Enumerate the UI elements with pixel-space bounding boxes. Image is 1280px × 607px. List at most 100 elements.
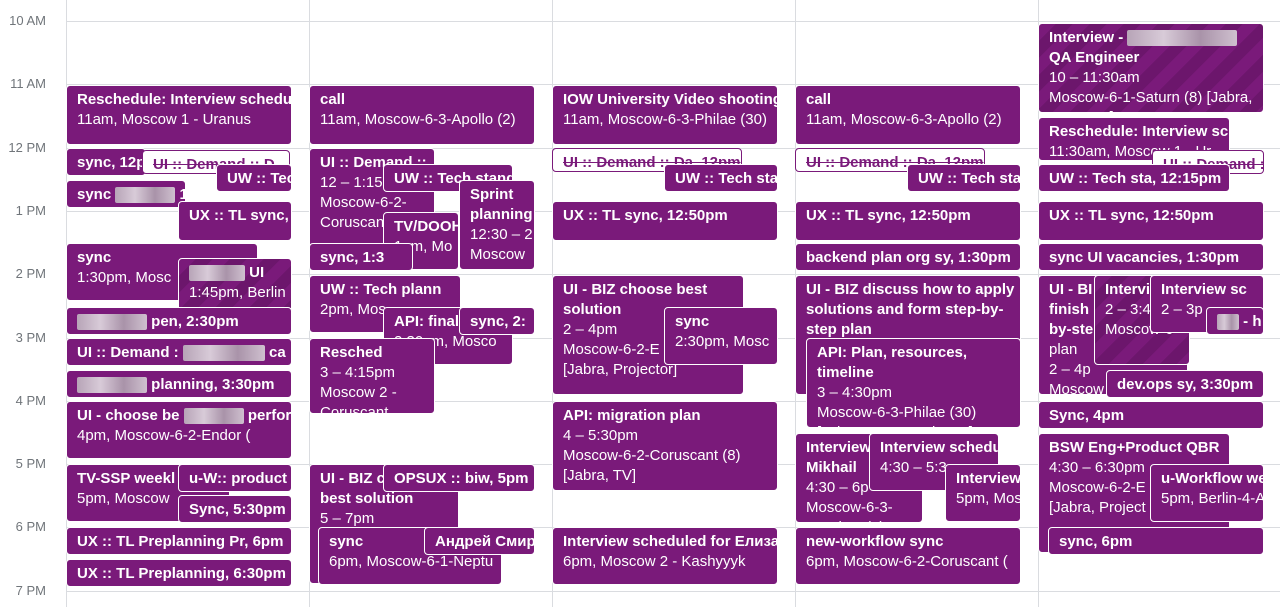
event-title-text: ca: [269, 344, 286, 361]
event-detail: 11am, Moscow-6-3-Apollo (2): [806, 111, 1002, 128]
event-title: Interview schedu: [880, 438, 998, 458]
event-title: BSW Eng+Product QBR: [1049, 438, 1221, 458]
calendar-event[interactable]: Sync, 5:30pm: [178, 495, 292, 523]
calendar-event[interactable]: OPSUX :: biw, 5pm: [383, 464, 535, 492]
calendar-event[interactable]: sync, 1:3: [309, 243, 413, 271]
calendar-event[interactable]: sync 12:30pm: [66, 180, 186, 208]
event-title-text: perform: [247, 407, 292, 424]
redacted-text: [182, 345, 265, 362]
redacted-text: [115, 187, 176, 204]
calendar-event[interactable]: u-Workflow we 5pm, Berlin-4-A: [1150, 464, 1264, 522]
event-title: sync 12:30pm: [77, 185, 185, 205]
calendar-event[interactable]: sync, 2:: [459, 307, 535, 335]
calendar-event[interactable]: pen, 2:30pm: [66, 307, 292, 335]
event-detail: Moscow 2 -: [320, 384, 397, 401]
event-title: timeline: [817, 364, 874, 381]
calendar-event[interactable]: Андрей Смир: [424, 527, 535, 555]
calendar-event[interactable]: API: migration plan 4 – 5:30pm Moscow-6-2-…: [552, 401, 778, 491]
calendar-event[interactable]: Sync, 4pm: [1038, 401, 1264, 429]
calendar-event[interactable]: UI :: Demand : ca: [66, 338, 292, 366]
event-title: u-W:: product c: [189, 469, 291, 489]
event-title-text: Reschedule: Interview sch: [1049, 123, 1230, 140]
calendar-event[interactable]: UX :: TL sync, 12:50pm: [552, 201, 778, 241]
event-title-text: planning, 3:30pm: [151, 376, 275, 393]
event-detail: 10 – 11:30am: [1049, 69, 1140, 86]
event-title-text: sync UI vacancies, 1:30pm: [1049, 249, 1240, 266]
calendar-event[interactable]: Interview - QA Engineer 10 – 11:30am Mosco…: [1038, 23, 1264, 113]
event-detail: Meet, TV]: [1049, 108, 1255, 112]
event-title-text: Sprint: [470, 186, 514, 203]
calendar-event[interactable]: Resched 3 – 4:15pm Moscow 2 - Coruscant: [309, 338, 435, 414]
calendar-event[interactable]: call 11am, Moscow-6-3-Apollo (2): [795, 85, 1021, 145]
event-title: Sync, 4pm: [1049, 406, 1255, 426]
event-title-text: IOW University Video shooting: [563, 91, 778, 108]
event-detail: 6-1: [470, 265, 526, 269]
event-title: Sync, 5:30pm: [189, 500, 286, 520]
event-title-text: u-W:: product c: [189, 470, 292, 487]
event-title-text: Intervi: [1105, 281, 1151, 298]
calendar-event[interactable]: - h: [1206, 307, 1264, 335]
event-title-text: API: final: [394, 313, 460, 330]
event-title-text: UW :: Tech plann: [320, 281, 442, 298]
event-title: sync UI vacancies, 1:30pm: [1049, 248, 1255, 268]
calendar-event[interactable]: call 11am, Moscow-6-3-Apollo (2): [309, 85, 535, 145]
event-title: Interview -: [1049, 28, 1255, 48]
event-title: Sprint: [470, 185, 526, 205]
event-detail: 5pm, Mos: [956, 490, 1021, 507]
event-detail: Moscow-6-3-: [806, 499, 893, 516]
calendar-event[interactable]: UX :: TL sync, 12:50pm: [1038, 201, 1264, 241]
event-title: UW :: Tech plann: [320, 280, 452, 300]
time-label: 3 PM: [15, 329, 46, 345]
event-title: Interview: [956, 469, 1020, 489]
calendar-event[interactable]: UW :: Tech sta: [664, 164, 778, 192]
event-title: sync, 6pm: [1059, 532, 1255, 552]
calendar-event[interactable]: Interview 5pm, Mos: [945, 464, 1021, 522]
calendar-event[interactable]: dev.ops sy, 3:30pm: [1106, 370, 1264, 398]
calendar-event[interactable]: UW :: Tec: [216, 164, 292, 192]
event-title-text: UI - BIZ c: [320, 470, 386, 487]
calendar-event[interactable]: Reschedule: Interview schedule 11am, Mosc…: [66, 85, 292, 145]
event-title: QA Engineer: [1049, 49, 1140, 66]
event-title-text: Reschedule: Interview schedule: [77, 91, 292, 108]
calendar-event[interactable]: u-W:: product c: [178, 464, 292, 492]
event-title-text: UI - BIZ choose best: [563, 281, 708, 298]
event-title-text: Андрей Смир: [435, 533, 535, 550]
event-title-text: BSW Eng+Product QBR: [1049, 439, 1220, 456]
calendar-event[interactable]: backend plan org sy, 1:30pm: [795, 243, 1021, 271]
calendar-event[interactable]: UX :: TL Preplanning Pr, 6pm: [66, 527, 292, 555]
calendar-event[interactable]: UW :: Tech sta: [907, 164, 1021, 192]
calendar-event[interactable]: planning, 3:30pm: [66, 370, 292, 398]
calendar-event[interactable]: UX :: TL sync, 12:50pm: [795, 201, 1021, 241]
calendar-event[interactable]: IOW University Video shooting 11am, Mosco…: [552, 85, 778, 145]
calendar-event[interactable]: UX :: TL sync,: [178, 201, 292, 241]
calendar-event[interactable]: Sprint planning 12:30 – 2 Moscow 6-1: [459, 180, 535, 270]
calendar-event[interactable]: UW :: Tech sta, 12:15pm: [1038, 164, 1230, 192]
calendar-event[interactable]: UX :: TL Preplanning, 6:30pm: [66, 559, 292, 587]
event-title: sync, 12p: [77, 153, 145, 173]
calendar-event[interactable]: sync, 12p: [66, 148, 146, 176]
redacted-text: [77, 314, 147, 331]
event-title-text: Interview schedu: [880, 439, 999, 456]
calendar-event[interactable]: Interview scheduled for Елиза 6pm, Moscow…: [552, 527, 778, 585]
event-title-text: call: [806, 91, 832, 108]
calendar-event[interactable]: sync 2:30pm, Mosc: [664, 307, 778, 365]
event-title-text: Sync, 4pm: [1049, 407, 1125, 424]
event-title-text: UX :: TL sync, 12:50pm: [806, 207, 971, 224]
redacted-text: [77, 377, 147, 394]
calendar-event[interactable]: UI - choose be perform4pm, Moscow-6-2-En…: [66, 401, 292, 459]
calendar-event[interactable]: new-workflow sync 6pm, Moscow-6-2-Corusca…: [795, 527, 1021, 585]
event-title-text: UX :: TL Preplanning Pr, 6pm: [77, 533, 284, 550]
event-title: UX :: TL sync, 12:50pm: [806, 206, 1012, 226]
event-title: TV/DOOH: [394, 217, 458, 237]
event-title: pen, 2:30pm: [77, 312, 283, 332]
calendar-event[interactable]: sync UI vacancies, 1:30pm: [1038, 243, 1264, 271]
event-detail: Stardust (8): [806, 518, 914, 522]
calendar-event[interactable]: API: Plan, resources, timeline 3 – 4:30pm M…: [806, 338, 1021, 428]
event-title-text: UI - choose be: [77, 407, 180, 424]
event-title: call: [320, 90, 526, 110]
event-title: UW :: Tec: [227, 169, 291, 189]
calendar-event[interactable]: sync, 6pm: [1048, 527, 1264, 555]
event-title: step plan: [806, 321, 872, 338]
event-title-text: UW :: Tec: [227, 170, 292, 187]
event-title-text: OPSUX :: biw, 5pm: [394, 470, 529, 487]
